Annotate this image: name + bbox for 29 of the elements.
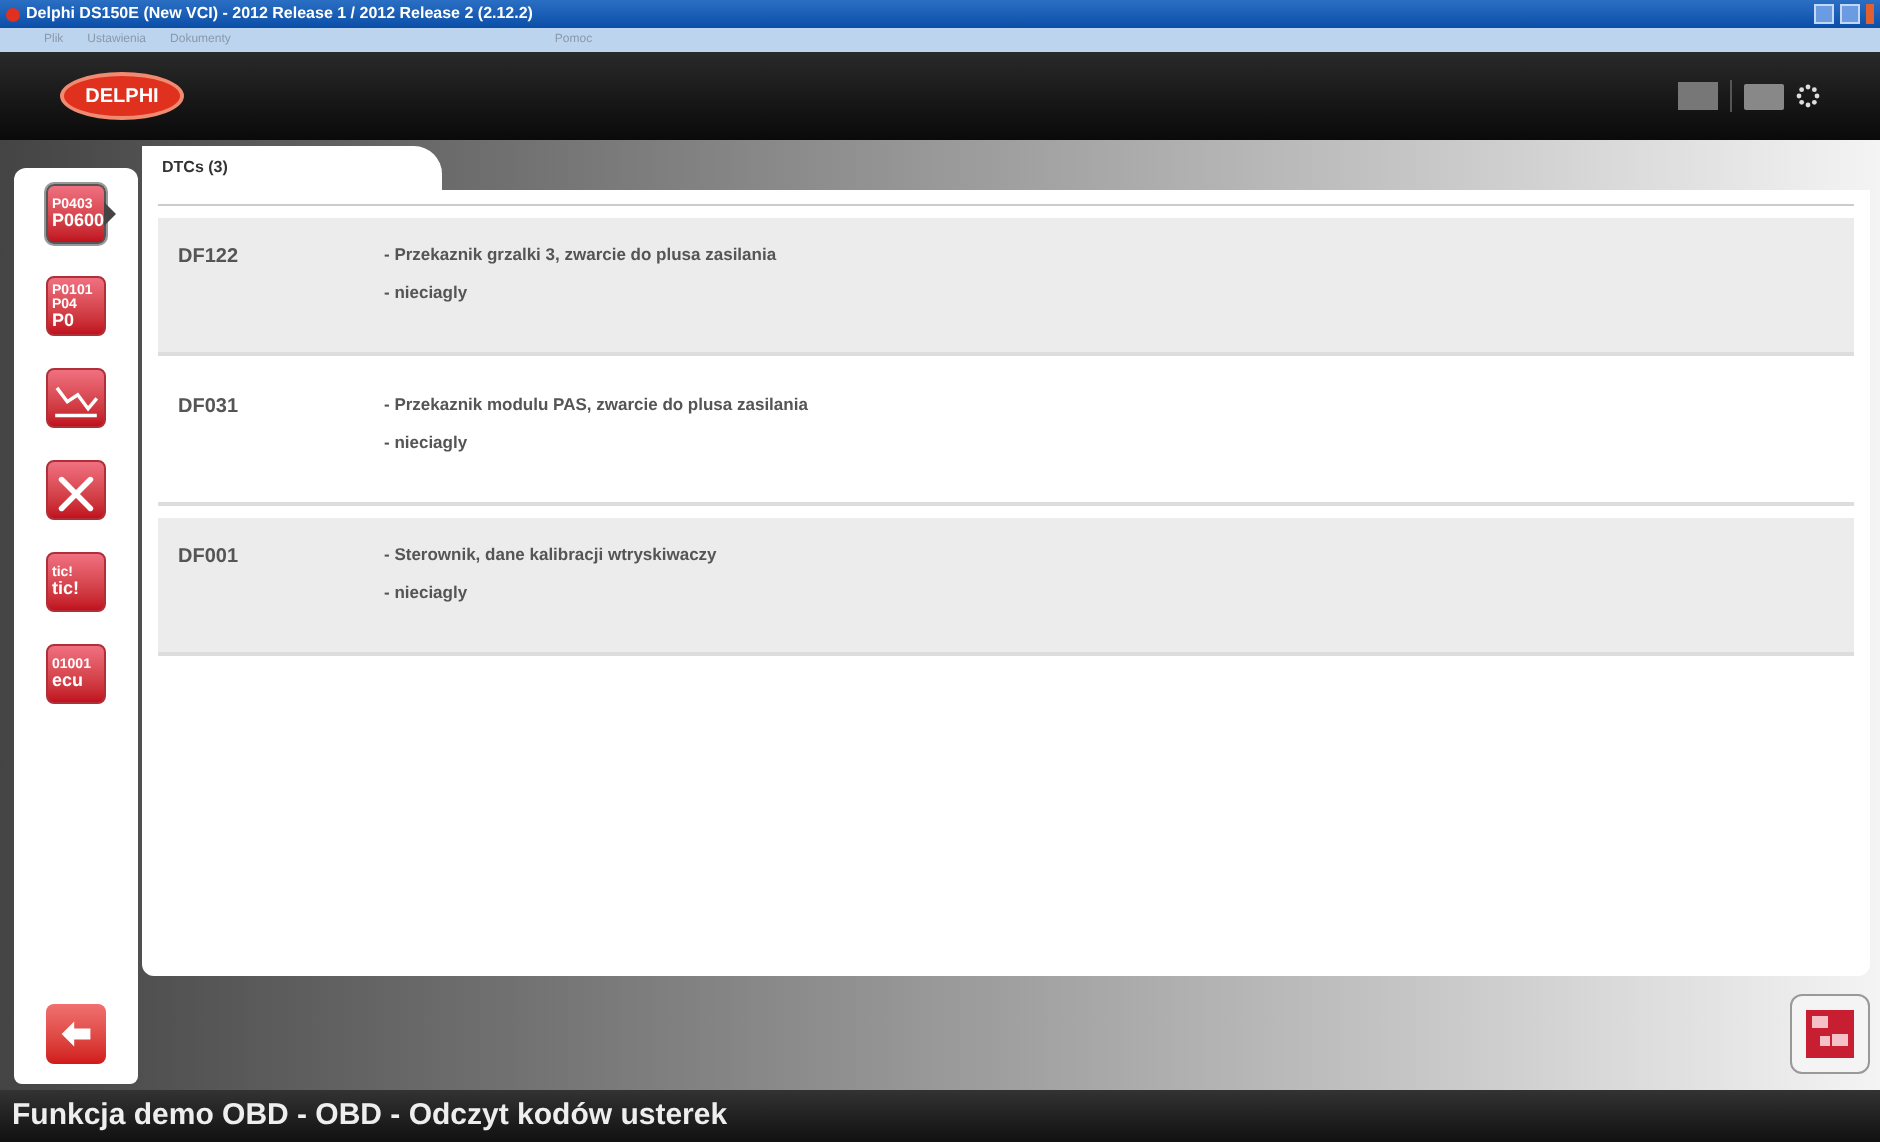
dtc-description: - nieciagly [384, 579, 470, 605]
battery-icon [1744, 83, 1784, 109]
device-icon [1678, 82, 1718, 110]
dtc-row[interactable]: DF001 - Sterownik, dane kalibracji wtryskiwaczy - nieciagly [158, 518, 1854, 656]
icon-label: P0 [52, 311, 75, 329]
dtc-description: - Przekaznik modulu PAS, zwarcie do plusa zasilania [384, 392, 808, 418]
dtc-description: - Przekaznik grzalki 3, zwarcie do plusa zasilania [384, 242, 777, 268]
pointer-icon [104, 202, 116, 226]
tab[interactable]: DTCs (3) [142, 146, 442, 190]
action-button[interactable] [1790, 993, 1870, 1073]
icon-label: tic! [52, 580, 79, 598]
icon-label: ecu [52, 672, 84, 690]
dtc-code: DF031 [178, 394, 241, 422]
back-button[interactable] [46, 1004, 106, 1064]
dtc-description: - nieciagly [384, 279, 470, 305]
left-arrow-icon [58, 1016, 94, 1052]
sidebar-button[interactable] [46, 368, 106, 428]
logo-text: DELPHI [85, 83, 159, 111]
app-icon [6, 7, 20, 21]
window-title: Delphi DS150E (New VCI) - 2012 Release 1 / 2012 Release 2 (2.12.2) [26, 2, 535, 26]
dtc-description: - Sterownik, dane kalibracji wtryskiwaczy [384, 542, 717, 568]
status-text: Funkcja demo OBD - OBD - Odczyt kodów usterek [12, 1095, 728, 1136]
dtc-code: DF001 [178, 544, 241, 572]
sidebar-button[interactable] [46, 460, 106, 520]
dtc-row[interactable]: DF122 - Przekaznik grzalki 3, zwarcie do plusa zasilania - nieciagly [158, 218, 1854, 356]
spinner-icon [1796, 80, 1820, 112]
dtc-description: - nieciagly [384, 429, 470, 455]
dtc-code: DF122 [178, 244, 241, 272]
icon-label: P0600 [52, 212, 105, 230]
